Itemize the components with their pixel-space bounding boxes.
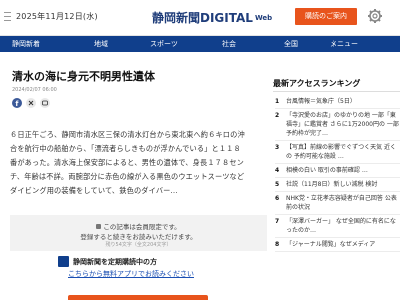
rank-number: 5 — [275, 181, 280, 188]
nav-item-shizuoka-news[interactable]: 静岡新着 — [12, 36, 40, 52]
article-timestamp: 2024/02/07 06:00 — [12, 87, 57, 93]
rank-number: 4 — [275, 167, 280, 174]
x-share-icon[interactable] — [26, 98, 36, 108]
free-app-link[interactable]: こちらから無料アプリでお読みください — [68, 269, 194, 279]
header-date: 2025年11月12日(水) — [16, 12, 98, 21]
ranking-item[interactable]: 7 「深澤バーガー」 なぜ全国的に有名になったのか… — [275, 215, 400, 238]
line-share-icon[interactable] — [40, 98, 50, 108]
nav-item-region[interactable]: 地域 — [94, 36, 108, 52]
rank-number: 8 — [275, 241, 280, 248]
member-notice-text: この記事は会員限定です。 — [103, 223, 181, 231]
subscribe-button[interactable]: 購読のご案内 — [295, 8, 357, 25]
newspaper-logo-icon — [58, 256, 69, 267]
facebook-share-icon[interactable]: f — [12, 98, 22, 108]
ranking-text: 相模の白い 取引の事前確認 … — [286, 167, 368, 174]
ranking-item[interactable]: 6 NHK党・立花孝志容疑者が自己回答 公表前の状況 — [275, 192, 400, 215]
rank-number: 7 — [275, 218, 280, 225]
menu-icon[interactable] — [4, 12, 11, 22]
divider — [273, 91, 400, 92]
article-paragraph-line: ダイビング用の装備をしていて、鉄色のダイバー... — [10, 186, 178, 195]
ranking-item[interactable]: 5 社説（11月8日）新しい減税 検討 — [275, 178, 400, 192]
site-logo[interactable]: 静岡新聞DIGITAL Web — [152, 9, 272, 26]
ranking-text: 「深澤バーガー」 なぜ全国的に有名になったのか… — [286, 218, 396, 234]
article-title: 清水の海に身元不明男性遺体 — [12, 70, 155, 83]
nav-item-society[interactable]: 社会 — [222, 36, 236, 52]
ranking-item[interactable]: 1 台風情報＝気象庁（5日） — [275, 95, 400, 109]
member-only-notice: この記事は会員限定です。 登録すると続きをお読みいただけます。 残り54文字（全… — [10, 215, 267, 251]
svg-text:f: f — [15, 100, 19, 108]
ranking-list: 1 台風情報＝気象庁（5日） 2 「寺沢愛のお店」のゆかりの地 一部「東福寺」に鑑賞… — [275, 95, 400, 252]
article-paragraph-line: チ、年齢は不詳。両腕部分に赤色の線が入る黒色のウエットスーツなど — [10, 172, 245, 181]
nav-item-sports[interactable]: スポーツ — [150, 36, 178, 52]
article-body: ６日正午ごろ、静岡市清水区三保の清水灯台から東北東へ約６キロの沖 合を航行中の船… — [10, 128, 268, 198]
ranking-item[interactable]: 3 【写真】前線の影響でぐずつく天気 近くの 予約可能な施設 … — [275, 141, 400, 164]
remaining-char-count: 残り54文字（全文204文字） — [105, 242, 172, 248]
ranking-item[interactable]: 8 「ジャーナル閲覧」なぜメディア — [275, 238, 400, 252]
ranking-text: 「ジャーナル閲覧」なぜメディア — [286, 241, 376, 248]
rank-number: 3 — [275, 144, 280, 151]
ranking-text: 台風情報＝気象庁（5日） — [286, 98, 356, 105]
ranking-text: 社説（11月8日）新しい減税 検討 — [286, 181, 378, 188]
menu-label: メニュー — [330, 40, 358, 48]
ranking-item[interactable]: 4 相模の白い 取引の事前確認 … — [275, 164, 400, 178]
main-nav: 静岡新着 地域 スポーツ 社会 全国 メニュー ︙ — [0, 36, 400, 52]
lock-icon — [96, 224, 102, 229]
ranking-item[interactable]: 2 「寺沢愛のお店」のゆかりの地 一部「東福寺」に鑑賞者 さらに1万2000円の … — [275, 109, 400, 141]
article-paragraph-line: 合を航行中の船舶から、「漂流者らしきものが浮かんでいる」と１１８ — [10, 144, 241, 153]
ranking-text: NHK党・立花孝志容疑者が自己回答 公表前の状況 — [286, 195, 397, 211]
rank-number: 1 — [275, 98, 280, 105]
rank-number: 6 — [275, 195, 280, 202]
nav-item-menu[interactable]: メニュー ︙ — [330, 36, 358, 52]
member-prompt: 登録すると続きをお読みいただけます。 — [80, 233, 197, 241]
nav-item-national[interactable]: 全国 — [284, 36, 298, 52]
subscriber-promo: 静岡新聞を定期購読中の方 こちらから無料アプリでお読みください — [58, 256, 228, 284]
rank-number: 2 — [275, 112, 280, 119]
register-button[interactable] — [68, 295, 208, 300]
gear-icon[interactable] — [367, 8, 383, 24]
ranking-text: 「寺沢愛のお店」のゆかりの地 一部「東福寺」に鑑賞者 さらに1万2000円の 一… — [286, 112, 399, 137]
top-header: 2025年11月12日(水) 静岡新聞DIGITAL Web 購読のご案内 — [0, 0, 400, 36]
member-notice-line: この記事は会員限定です。 — [10, 221, 267, 231]
article-paragraph-line: ６日正午ごろ、静岡市清水区三保の清水灯台から東北東へ約６キロの沖 — [10, 130, 245, 139]
logo-web-label: Web — [254, 14, 273, 22]
article-paragraph-line: 番があった。清水海上保安部によると、男性の遺体で、身長１７８セン — [10, 158, 245, 167]
ranking-title: 最新アクセスランキング — [273, 79, 361, 88]
promo-title: 静岡新聞を定期購読中の方 — [73, 258, 157, 266]
ranking-text: 【写真】前線の影響でぐずつく天気 近くの 予約可能な施設 … — [286, 144, 397, 160]
logo-text: 静岡新聞DIGITAL — [152, 11, 253, 25]
